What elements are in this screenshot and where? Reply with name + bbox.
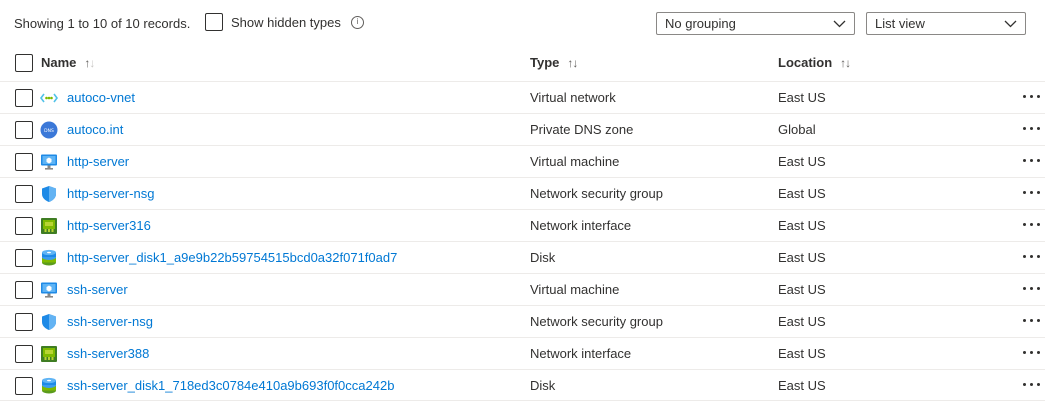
show-hidden-types-checkbox[interactable] bbox=[205, 13, 223, 31]
table-row[interactable]: ssh-server388 Network interface East US bbox=[0, 337, 1045, 369]
table-row[interactable]: ssh-server Virtual machine East US bbox=[0, 273, 1045, 305]
resource-name-link[interactable]: ssh-server388 bbox=[67, 346, 149, 361]
resource-type: Private DNS zone bbox=[530, 122, 634, 137]
network-interface-icon bbox=[40, 217, 58, 235]
table-header: Name ↑↓ Type ↑↓ Location ↑↓ bbox=[0, 48, 1045, 80]
more-options-icon[interactable] bbox=[1021, 191, 1043, 197]
resource-name-link[interactable]: http-server316 bbox=[67, 218, 151, 233]
resource-type: Network security group bbox=[530, 314, 663, 329]
more-options-icon[interactable] bbox=[1021, 95, 1043, 101]
more-options-icon[interactable] bbox=[1021, 127, 1043, 133]
resource-type: Virtual machine bbox=[530, 154, 620, 169]
resource-location: East US bbox=[778, 186, 826, 201]
dns-zone-icon: DNS bbox=[40, 121, 58, 139]
column-header-name-label: Name bbox=[41, 55, 77, 70]
resource-type: Network security group bbox=[530, 186, 663, 201]
resource-location: East US bbox=[778, 154, 826, 169]
resource-name-link[interactable]: ssh-server_disk1_718ed3c0784e410a9b693f0… bbox=[67, 378, 394, 393]
table-row[interactable]: DNS autoco.int Private DNS zone Global bbox=[0, 113, 1045, 145]
resource-location: East US bbox=[778, 346, 826, 361]
sort-icon: ↑↓ bbox=[84, 55, 95, 70]
resource-name-link[interactable]: http-server bbox=[67, 154, 129, 169]
resource-location: Global bbox=[778, 122, 816, 137]
table-row[interactable]: ssh-server_disk1_718ed3c0784e410a9b693f0… bbox=[0, 369, 1045, 401]
chevron-down-icon bbox=[1004, 20, 1017, 27]
more-options-icon[interactable] bbox=[1021, 351, 1043, 357]
toolbar: Showing 1 to 10 of 10 records. Show hidd… bbox=[0, 0, 1045, 46]
resource-name-link[interactable]: ssh-server-nsg bbox=[67, 314, 153, 329]
row-checkbox[interactable] bbox=[15, 217, 33, 235]
row-checkbox[interactable] bbox=[15, 313, 33, 331]
network-interface-icon bbox=[40, 345, 58, 363]
sort-icon: ↑↓ bbox=[840, 55, 851, 70]
more-options-icon[interactable] bbox=[1021, 383, 1043, 389]
resource-location: East US bbox=[778, 314, 826, 329]
column-header-location-label: Location bbox=[778, 55, 833, 70]
resource-name-link[interactable]: http-server-nsg bbox=[67, 186, 154, 201]
records-count-text: Showing 1 to 10 of 10 records. bbox=[14, 16, 191, 31]
more-options-icon[interactable] bbox=[1021, 287, 1043, 293]
grouping-dropdown-value: No grouping bbox=[665, 16, 736, 31]
row-checkbox[interactable] bbox=[15, 121, 33, 139]
more-options-icon[interactable] bbox=[1021, 319, 1043, 325]
resource-location: East US bbox=[778, 218, 826, 233]
row-checkbox[interactable] bbox=[15, 153, 33, 171]
resource-table-body: autoco-vnet Virtual network East US DNS au… bbox=[0, 81, 1045, 401]
resource-name-link[interactable]: autoco.int bbox=[67, 122, 123, 137]
row-checkbox[interactable] bbox=[15, 185, 33, 203]
info-icon[interactable]: i bbox=[350, 15, 364, 29]
virtual-machine-icon bbox=[40, 281, 58, 299]
resource-type: Network interface bbox=[530, 346, 632, 361]
row-checkbox[interactable] bbox=[15, 249, 33, 267]
row-checkbox[interactable] bbox=[15, 89, 33, 107]
grouping-dropdown[interactable]: No grouping bbox=[656, 12, 855, 35]
resource-type: Virtual network bbox=[530, 90, 616, 105]
column-header-location[interactable]: Location ↑↓ bbox=[778, 55, 851, 70]
column-header-name[interactable]: Name ↑↓ bbox=[41, 55, 95, 70]
resource-location: East US bbox=[778, 250, 826, 265]
resource-location: East US bbox=[778, 378, 826, 393]
sort-icon: ↑↓ bbox=[567, 55, 578, 70]
network-security-group-icon bbox=[40, 185, 58, 203]
svg-text:DNS: DNS bbox=[44, 128, 54, 134]
more-options-icon[interactable] bbox=[1021, 223, 1043, 229]
view-dropdown[interactable]: List view bbox=[866, 12, 1026, 35]
table-row[interactable]: http-server_disk1_a9e9b22b59754515bcd0a3… bbox=[0, 241, 1045, 273]
virtual-machine-icon bbox=[40, 153, 58, 171]
resource-type: Network interface bbox=[530, 218, 632, 233]
table-row[interactable]: http-server Virtual machine East US bbox=[0, 145, 1045, 177]
row-checkbox[interactable] bbox=[15, 345, 33, 363]
resource-type: Disk bbox=[530, 378, 556, 393]
resource-name-link[interactable]: autoco-vnet bbox=[67, 90, 135, 105]
show-hidden-types-label: Show hidden types bbox=[231, 14, 341, 30]
select-all-checkbox[interactable] bbox=[15, 54, 33, 72]
table-row[interactable]: http-server-nsg Network security group Eas… bbox=[0, 177, 1045, 209]
table-row[interactable]: autoco-vnet Virtual network East US bbox=[0, 81, 1045, 113]
table-row[interactable]: http-server316 Network interface East US bbox=[0, 209, 1045, 241]
resource-location: East US bbox=[778, 90, 826, 105]
row-checkbox[interactable] bbox=[15, 281, 33, 299]
more-options-icon[interactable] bbox=[1021, 255, 1043, 261]
disk-icon bbox=[40, 377, 58, 395]
resource-type: Virtual machine bbox=[530, 282, 620, 297]
row-checkbox[interactable] bbox=[15, 377, 33, 395]
show-hidden-types-toggle[interactable]: Show hidden types i bbox=[205, 13, 364, 31]
table-row[interactable]: ssh-server-nsg Network security group East… bbox=[0, 305, 1045, 337]
resource-name-link[interactable]: ssh-server bbox=[67, 282, 128, 297]
network-security-group-icon bbox=[40, 313, 58, 331]
resource-type: Disk bbox=[530, 250, 556, 265]
resource-location: East US bbox=[778, 282, 826, 297]
column-header-type-label: Type bbox=[530, 55, 560, 70]
resource-name-link[interactable]: http-server_disk1_a9e9b22b59754515bcd0a3… bbox=[67, 250, 397, 265]
more-options-icon[interactable] bbox=[1021, 159, 1043, 165]
chevron-down-icon bbox=[833, 20, 846, 27]
disk-icon bbox=[40, 249, 58, 267]
view-dropdown-value: List view bbox=[875, 16, 925, 31]
column-header-type[interactable]: Type ↑↓ bbox=[530, 55, 578, 70]
virtual-network-icon bbox=[40, 89, 58, 107]
